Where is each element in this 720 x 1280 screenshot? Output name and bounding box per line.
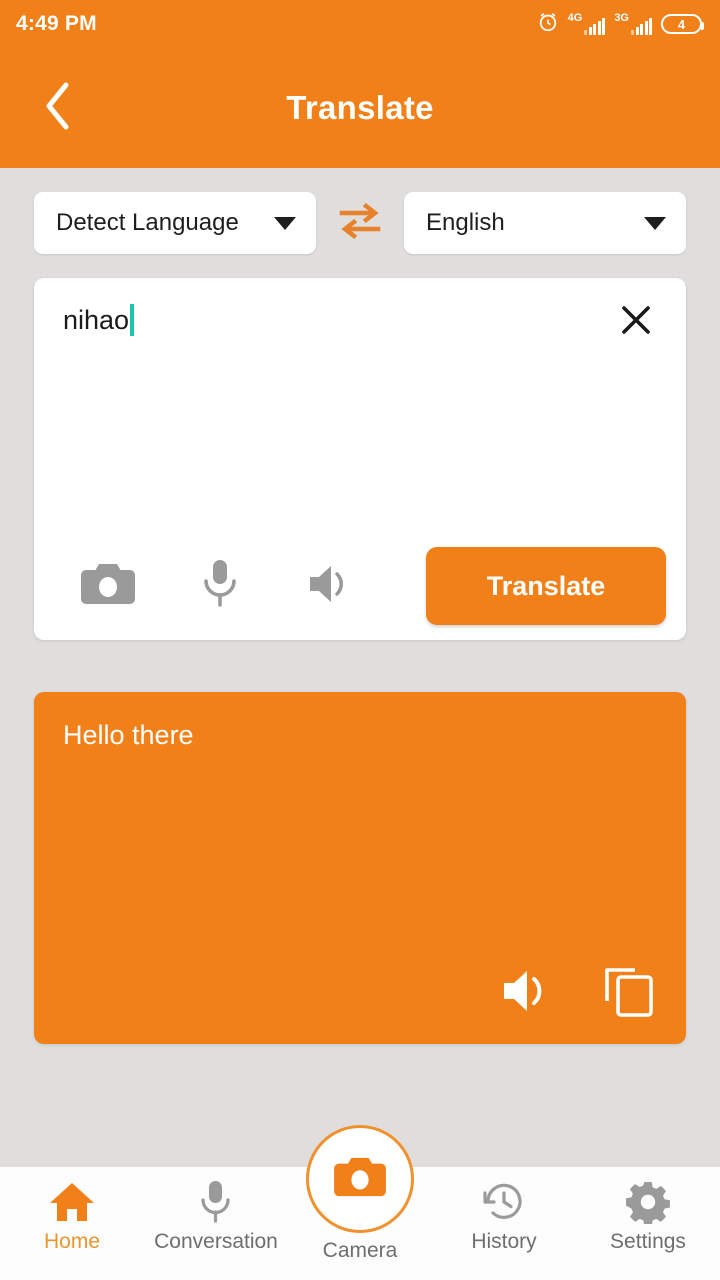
clear-input-button[interactable] bbox=[614, 300, 658, 344]
source-language-select[interactable]: Detect Language bbox=[34, 192, 316, 254]
gear-icon bbox=[626, 1180, 670, 1224]
nav-item-history[interactable]: History bbox=[432, 1167, 576, 1280]
chevron-down-icon bbox=[274, 216, 296, 230]
input-action-row: Translate bbox=[34, 532, 686, 640]
microphone-icon bbox=[198, 1180, 234, 1224]
page-title: Translate bbox=[286, 89, 434, 126]
camera-icon bbox=[80, 560, 136, 613]
voice-input-button[interactable] bbox=[183, 549, 257, 623]
source-text-value: nihao bbox=[63, 304, 135, 337]
input-card: nihao Translate bbox=[34, 278, 686, 640]
nav-label-conversation: Conversation bbox=[154, 1230, 278, 1253]
nav-label-home: Home bbox=[43, 1230, 101, 1253]
app-screen: 4:49 PM 4G 3G 4 Translate Detect Languag… bbox=[0, 0, 720, 1280]
nav-item-settings[interactable]: Settings bbox=[576, 1167, 720, 1280]
speaker-icon bbox=[500, 965, 558, 1022]
nav-item-conversation[interactable]: Conversation bbox=[144, 1167, 288, 1280]
speak-source-button[interactable] bbox=[295, 549, 369, 623]
result-action-row bbox=[498, 962, 660, 1024]
speak-result-button[interactable] bbox=[498, 962, 560, 1024]
translated-text: Hello there bbox=[63, 720, 194, 750]
close-icon bbox=[619, 303, 653, 342]
copy-result-button[interactable] bbox=[598, 962, 660, 1024]
translate-button[interactable]: Translate bbox=[426, 547, 666, 625]
chevron-down-icon bbox=[644, 216, 666, 230]
source-language-label: Detect Language bbox=[56, 209, 239, 236]
text-cursor bbox=[130, 304, 135, 337]
source-text-input[interactable]: nihao bbox=[63, 304, 664, 337]
status-icons: 4G 3G 4 bbox=[537, 11, 704, 38]
result-card: Hello there bbox=[34, 692, 686, 1044]
app-bar: Translate bbox=[0, 48, 720, 168]
source-text: nihao bbox=[63, 305, 130, 335]
signal-icon-sim2: 3G bbox=[614, 13, 652, 35]
home-icon bbox=[49, 1180, 95, 1224]
status-bar: 4:49 PM 4G 3G 4 bbox=[0, 0, 720, 48]
alarm-clock-icon bbox=[537, 11, 559, 38]
microphone-icon bbox=[200, 557, 240, 616]
signal-icon-sim1: 4G bbox=[568, 13, 606, 35]
camera-input-button[interactable] bbox=[71, 549, 145, 623]
copy-icon bbox=[601, 963, 657, 1024]
swap-languages-button[interactable] bbox=[316, 200, 404, 247]
language-selector-row: Detect Language English bbox=[34, 192, 686, 254]
battery-icon: 4 bbox=[661, 14, 704, 34]
speaker-icon bbox=[306, 560, 358, 613]
battery-level: 4 bbox=[677, 16, 686, 32]
nav-label-camera: Camera bbox=[322, 1239, 398, 1262]
swap-horizontal-icon bbox=[337, 200, 383, 247]
translate-button-label: Translate bbox=[486, 570, 606, 601]
target-language-label: English bbox=[426, 209, 505, 236]
target-language-select[interactable]: English bbox=[404, 192, 686, 254]
nav-item-home[interactable]: Home bbox=[0, 1167, 144, 1280]
camera-icon bbox=[333, 1154, 387, 1205]
status-time: 4:49 PM bbox=[16, 12, 97, 35]
nav-item-camera[interactable] bbox=[306, 1125, 414, 1233]
nav-label-settings: Settings bbox=[610, 1230, 686, 1253]
nav-label-history: History bbox=[471, 1230, 537, 1253]
history-icon bbox=[482, 1180, 526, 1224]
